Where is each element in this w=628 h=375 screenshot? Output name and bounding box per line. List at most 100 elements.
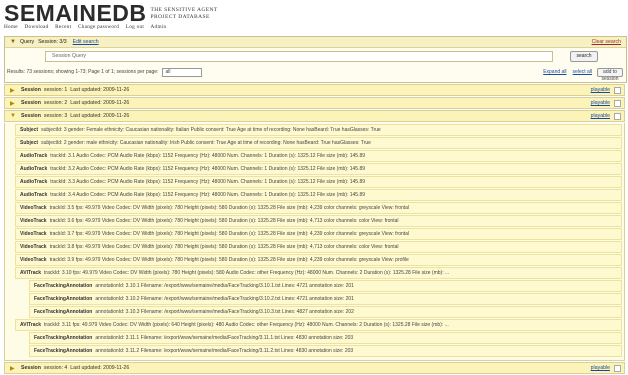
detail-kind: Subject [20,140,39,146]
detail-text: annotationId: 3.10.1 Filename: /export/w… [95,283,354,289]
detail-text: trackId: 3.4 Audio Codec: PCM Audio Rate… [50,192,366,198]
site-logo: SEMAINEDB THE SENSITIVE AGENT PROJECT DA… [4,0,218,26]
session-playable-link[interactable]: playable [591,365,610,371]
detail-kind: AudioTrack [20,166,48,172]
detail-kind: FaceTrackingAnnotation [34,296,93,302]
detail-kind: AudioTrack [20,153,48,159]
detail-kind: Subject [20,127,39,133]
detail-kind: VideoTrack [20,257,47,263]
detail-row[interactable]: VideoTrack trackId: 3.6 fps: 49.979 Video… [15,215,622,227]
detail-row[interactable]: FaceTrackingAnnotation annotationId: 3.10… [29,280,622,292]
collapse-triangle-icon[interactable]: ▼ [10,113,16,119]
nav-download[interactable]: Download [25,24,49,30]
logo-subtitle: THE SENSITIVE AGENT PROJECT DATABASE [151,7,218,21]
session-label: Session [21,87,41,93]
detail-row[interactable]: Subject subjectId: 2 gender: male ethnici… [15,137,622,149]
session-details: Subject subjectId: 3 gender: Female ethni… [4,123,625,361]
session-playable-link[interactable]: playable [591,100,610,106]
detail-kind: VideoTrack [20,218,47,224]
detail-row[interactable]: FaceTrackingAnnotation annotationId: 3.10… [29,306,622,318]
detail-row[interactable]: AVITrack trackId: 3.10 fps: 49.979 Video … [15,267,622,279]
detail-row[interactable]: AudioTrack trackId: 3.2 Audio Codec: PCM … [15,163,622,175]
session-label: Session [21,113,41,119]
session-id: session: 1 [43,87,68,93]
clear-search-link[interactable]: Clear search [592,39,621,45]
detail-row[interactable]: VideoTrack trackId: 3.8 fps: 49.979 Video… [15,241,622,253]
results-summary: Results: 73 sessions; showing 1-73; Page… [7,69,159,75]
session-checkbox[interactable] [614,100,621,107]
session-updated: Last updated: 2009-11-26 [70,87,130,93]
detail-kind: FaceTrackingAnnotation [34,335,93,341]
detail-kind: FaceTrackingAnnotation [34,309,93,315]
collapse-triangle-icon[interactable]: ▼ [10,39,16,45]
detail-row[interactable]: AVITrack trackId: 3.11 fps: 49.979 Video … [15,319,622,331]
detail-text: annotationId: 3.11.1 Filename: /export/w… [95,335,354,341]
session-checkbox[interactable] [614,113,621,120]
query-result-count: Session: 3/3 [38,39,67,45]
nav-admin[interactable]: Admin [151,24,167,30]
detail-text: trackId: 3.6 fps: 49.979 Video Codec: DV… [49,218,399,224]
logo-text: SEMAINEDB [4,0,147,26]
detail-text: trackId: 3.5 fps: 49.979 Video Codec: DV… [49,205,410,211]
select-all-link[interactable]: select all [573,69,592,75]
detail-kind: FaceTrackingAnnotation [34,348,93,354]
nav-recent[interactable]: Recent [55,24,71,30]
nav-logout[interactable]: Log out [126,24,144,30]
session-row[interactable]: ▼ Session session: 3 Last updated: 2009-11-… [4,110,625,122]
session-row[interactable]: ▶ Session session: 2 Last updated: 2009-11-… [4,97,625,109]
nav-change-password[interactable]: Change password [78,24,119,30]
detail-text: trackId: 3.10 fps: 49.979 Video Codec: D… [44,270,450,276]
detail-row[interactable]: Subject subjectId: 3 gender: Female ethni… [15,124,622,136]
session-id: session: 2 [43,100,68,106]
session-label: Session [21,365,41,371]
session-label: Session [21,100,41,106]
add-to-session-button[interactable]: add to session [597,67,623,82]
session-playable-link[interactable]: playable [591,113,610,119]
main-nav: Home Download Recent Change password Log… [4,24,171,30]
detail-kind: FaceTrackingAnnotation [34,283,93,289]
expand-triangle-icon[interactable]: ▶ [10,87,16,94]
session-playable-link[interactable]: playable [591,87,610,93]
detail-kind: AudioTrack [20,192,48,198]
detail-text: annotationId: 3.10.3 Filename: /export/w… [95,309,354,315]
detail-kind: VideoTrack [20,231,47,237]
detail-text: trackId: 3.8 fps: 49.979 Video Codec: DV… [49,244,399,250]
detail-text: subjectId: 3 gender: Female ethnicity: C… [41,127,381,133]
query-panel: ▼ Query Session: 3/3 Edit search Clear s… [4,36,627,83]
per-page-select[interactable]: all [162,67,203,77]
search-button[interactable]: search [570,51,598,62]
nav-home[interactable]: Home [4,24,18,30]
detail-text: annotationId: 3.10.2 Filename: /export/w… [95,296,354,302]
logo-subtitle-line-1: THE SENSITIVE AGENT [150,7,218,13]
results-bar: Results: 73 sessions; showing 1-73; Page… [7,66,625,82]
session-checkbox[interactable] [614,365,621,372]
detail-row[interactable]: FaceTrackingAnnotation annotationId: 3.10… [29,293,622,305]
detail-row[interactable]: VideoTrack trackId: 3.5 fps: 49.979 Video… [15,202,622,214]
session-checkbox[interactable] [614,87,621,94]
detail-text: subjectId: 2 gender: male ethnicity: Cau… [41,140,371,146]
session-updated: Last updated: 2009-11-26 [70,365,130,371]
expand-triangle-icon[interactable]: ▶ [10,365,16,372]
detail-row[interactable]: AudioTrack trackId: 3.3 Audio Codec: PCM … [15,176,622,188]
session-row[interactable]: ▶ Session session: 1 Last updated: 2009-11-… [4,84,625,96]
detail-text: trackId: 3.2 Audio Codec: PCM Audio Rate… [50,166,366,172]
detail-row[interactable]: VideoTrack trackId: 3.7 fps: 49.979 Video… [15,228,622,240]
detail-kind: AudioTrack [20,179,48,185]
session-row[interactable]: ▶ Session session: 4 Last updated: 2009-11-… [4,362,625,374]
detail-text: trackId: 3.9 fps: 49.979 Video Codec: DV… [49,257,409,263]
detail-text: trackId: 3.11 fps: 49.979 Video Codec: D… [44,322,449,328]
session-list: ▶ Session session: 1 Last updated: 2009-11-… [4,84,625,375]
session-id: session: 3 [43,113,68,119]
detail-row[interactable]: FaceTrackingAnnotation annotationId: 3.11… [29,332,622,344]
detail-text: trackId: 3.7 fps: 49.979 Video Codec: DV… [49,231,410,237]
detail-row[interactable]: AudioTrack trackId: 3.4 Audio Codec: PCM … [15,189,622,201]
detail-row[interactable]: VideoTrack trackId: 3.9 fps: 49.979 Video… [15,254,622,266]
detail-row[interactable]: FaceTrackingAnnotation annotationId: 3.11… [29,345,622,357]
detail-row[interactable]: AudioTrack trackId: 3.1 Audio Codec: PCM … [15,150,622,162]
query-label: Query [19,39,35,45]
detail-text: trackId: 3.3 Audio Codec: PCM Audio Rate… [50,179,366,185]
expand-triangle-icon[interactable]: ▶ [10,100,16,107]
expand-all-link[interactable]: Expand all [543,69,566,75]
query-input[interactable]: Session Query [45,51,553,62]
edit-search-link[interactable]: Edit search [73,39,99,45]
